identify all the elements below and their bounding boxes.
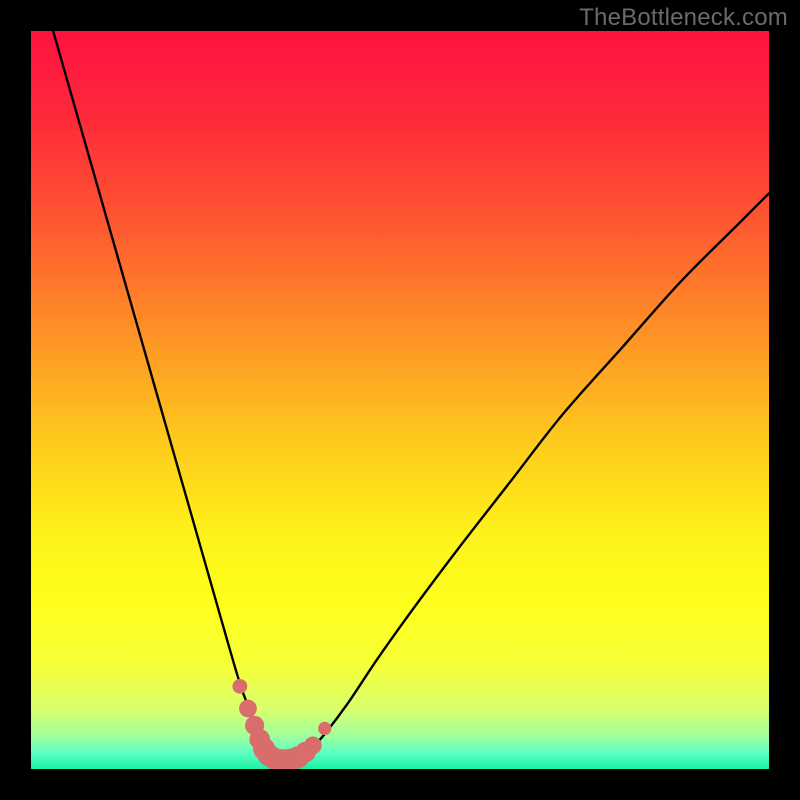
gradient-background xyxy=(31,31,769,769)
marker-point xyxy=(239,700,257,718)
marker-point xyxy=(304,737,322,755)
bottleneck-chart xyxy=(31,31,769,769)
watermark-text: TheBottleneck.com xyxy=(579,4,788,32)
marker-point xyxy=(318,722,331,735)
chart-frame: TheBottleneck.com xyxy=(0,0,800,800)
plot-area xyxy=(31,31,769,769)
marker-point xyxy=(232,679,247,694)
